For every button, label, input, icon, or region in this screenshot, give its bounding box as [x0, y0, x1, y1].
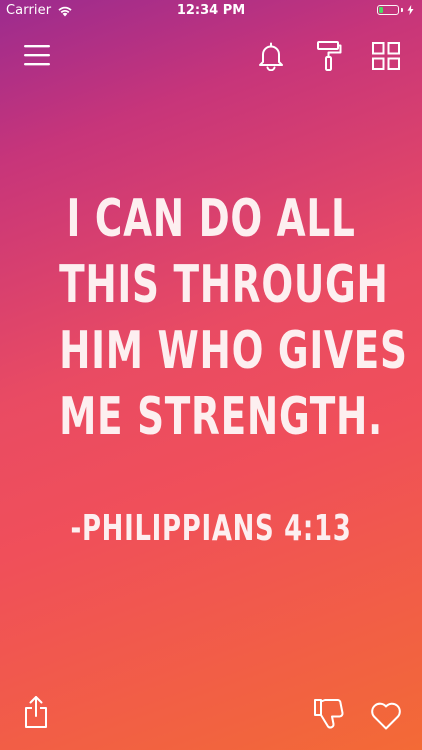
theme-button[interactable] [314, 40, 344, 72]
bell-icon [259, 42, 283, 71]
battery-indicator [377, 5, 414, 15]
battery-icon [377, 5, 399, 15]
status-time: 12:34 PM [176, 3, 246, 18]
categories-button[interactable] [370, 40, 402, 72]
quote-line: ME STRENGTH. [59, 387, 384, 447]
grid-icon [372, 42, 400, 70]
quote-line: THIS THROUGH [59, 255, 389, 315]
notifications-button[interactable] [256, 40, 286, 72]
share-button[interactable] [22, 694, 50, 730]
quote-line: HIM WHO GIVES [59, 321, 408, 381]
share-icon [25, 696, 47, 728]
battery-tip [401, 8, 403, 12]
menu-button[interactable] [22, 40, 52, 70]
quote-line: I CAN DO ALL [66, 189, 356, 249]
paint-roller-icon [317, 41, 342, 71]
like-button[interactable] [368, 700, 404, 732]
quote-reference: -PHILIPPIANS 4:13 [70, 508, 352, 549]
heart-icon [371, 702, 401, 730]
charging-bolt-icon [407, 5, 414, 15]
quote-text: I CAN DO ALL THIS THROUGH HIM WHO GIVES … [59, 186, 408, 450]
dislike-button[interactable] [312, 696, 346, 732]
battery-fill [379, 7, 383, 13]
status-bar: Carrier 12:34 PM [0, 0, 422, 22]
quote-container: I CAN DO ALL THIS THROUGH HIM WHO GIVES … [0, 186, 422, 450]
thumbs-down-icon [314, 699, 344, 729]
hamburger-menu-icon [24, 45, 50, 66]
